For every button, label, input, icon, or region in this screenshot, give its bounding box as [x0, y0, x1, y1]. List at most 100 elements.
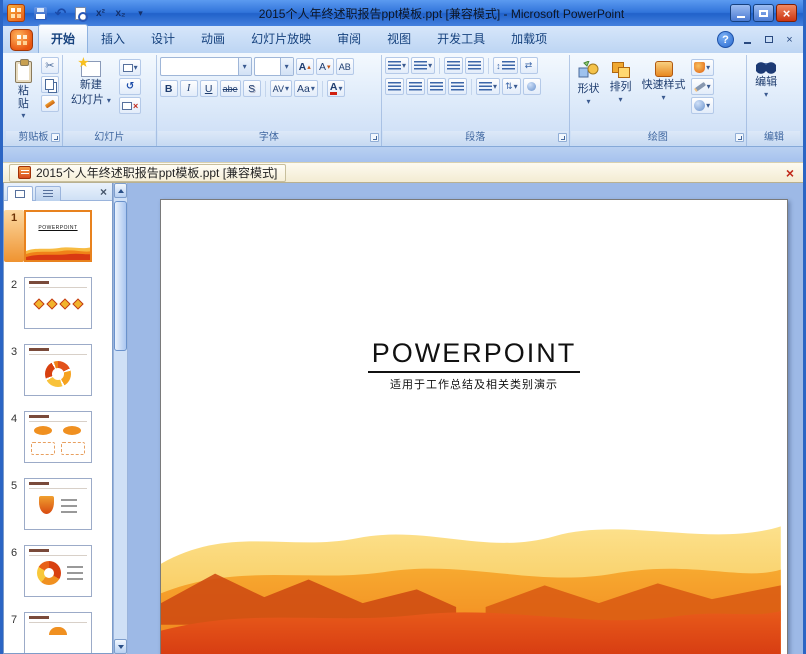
doc-restore-icon: [765, 36, 773, 43]
save-button[interactable]: [33, 5, 48, 21]
tab-design[interactable]: 设计: [138, 24, 188, 53]
character-spacing-button[interactable]: AV▾: [270, 80, 292, 97]
paste-button[interactable]: 粘贴 ▾: [8, 57, 39, 129]
font-dialog-launcher[interactable]: [370, 133, 379, 142]
delete-slide-button[interactable]: ×: [119, 97, 141, 114]
align-text-button[interactable]: ⇅▾: [502, 78, 521, 95]
slide-subtitle-text[interactable]: 适用于工作总结及相关类别演示: [161, 376, 787, 392]
shape-fill-button[interactable]: ▾: [691, 59, 714, 76]
drawing-dialog-launcher[interactable]: [735, 133, 744, 142]
minimize-button[interactable]: [730, 4, 751, 22]
superscript-button[interactable]: x²: [93, 5, 108, 21]
layout-button[interactable]: ▾: [119, 59, 141, 76]
ribbon: 粘贴 ▾ ✂ 剪贴板 新建 幻灯片 ▾ ▾ ↺ × 幻灯片: [3, 53, 803, 147]
new-slide-button[interactable]: 新建 幻灯片 ▾: [66, 57, 116, 129]
thumbnail-image: [24, 277, 92, 329]
pane-close-button[interactable]: ×: [98, 186, 109, 198]
text-shadow-button[interactable]: S: [243, 80, 261, 97]
justify-button[interactable]: [448, 78, 467, 95]
office-button[interactable]: [10, 29, 33, 51]
tab-review[interactable]: 审阅: [324, 24, 374, 53]
increase-indent-button[interactable]: [465, 57, 484, 74]
customize-qat-button[interactable]: ▾: [133, 5, 148, 21]
format-painter-button[interactable]: [41, 95, 59, 112]
grow-font-button[interactable]: A▴: [296, 58, 314, 75]
slide-thumbnail-1[interactable]: 1 POWERPOINT: [4, 210, 112, 262]
shapes-button[interactable]: 形状 ▾: [573, 57, 605, 129]
slide-number: 3: [4, 344, 24, 396]
tab-row-right: ? ×: [717, 31, 801, 53]
slide-thumbnail-2[interactable]: 2: [4, 277, 112, 329]
slide-thumbnail-6[interactable]: 6: [4, 545, 112, 597]
shape-effects-button[interactable]: ▾: [691, 97, 714, 114]
tab-developer[interactable]: 开发工具: [424, 24, 498, 53]
document-close-button[interactable]: ×: [783, 166, 797, 180]
scroll-down-button[interactable]: [114, 639, 127, 654]
numbering-button[interactable]: ▾: [411, 57, 435, 74]
tab-insert[interactable]: 插入: [88, 24, 138, 53]
slide-number: 6: [4, 545, 24, 597]
bullets-button[interactable]: ▾: [385, 57, 409, 74]
maximize-icon: [759, 10, 768, 17]
help-button[interactable]: ?: [717, 31, 734, 48]
doc-restore-button[interactable]: [761, 33, 776, 46]
strikethrough-button[interactable]: abe: [220, 80, 241, 97]
group-drawing: 形状 ▾ 排列 ▾ 快速样式 ▾ ▾ ▾ ▾ 绘图: [570, 55, 748, 146]
clipboard-dialog-launcher[interactable]: [51, 133, 60, 142]
editing-button[interactable]: 编辑 ▾: [750, 57, 782, 129]
italic-button[interactable]: I: [180, 80, 198, 97]
underline-button[interactable]: U: [200, 80, 218, 97]
scroll-up-button[interactable]: [114, 183, 127, 198]
shape-fill-icon: [694, 62, 705, 73]
change-case-button[interactable]: Aa▾: [294, 80, 318, 97]
copy-button[interactable]: [41, 76, 59, 93]
print-preview-button[interactable]: [73, 5, 88, 21]
tab-slideshow[interactable]: 幻灯片放映: [238, 24, 324, 53]
reset-button[interactable]: ↺: [119, 78, 141, 95]
tab-home[interactable]: 开始: [38, 24, 88, 53]
tab-view[interactable]: 视图: [374, 24, 424, 53]
bold-button[interactable]: B: [160, 80, 178, 97]
close-button[interactable]: ×: [776, 4, 797, 22]
slide-thumbnail-5[interactable]: 5: [4, 478, 112, 530]
doc-close-button[interactable]: ×: [782, 33, 797, 46]
undo-button[interactable]: ↶: [53, 5, 68, 21]
decrease-indent-button[interactable]: [444, 57, 463, 74]
smartart-button[interactable]: [523, 78, 541, 95]
align-center-button[interactable]: [406, 78, 425, 95]
slide-thumbnail-3[interactable]: 3: [4, 344, 112, 396]
quick-styles-button[interactable]: 快速样式 ▾: [637, 57, 691, 129]
slides-view-tab[interactable]: [7, 186, 33, 201]
slide-thumbnail-4[interactable]: 4: [4, 411, 112, 463]
line-spacing-button[interactable]: ↕: [493, 57, 518, 74]
font-name-combobox[interactable]: ▾: [160, 57, 252, 76]
shrink-font-button[interactable]: A▾: [316, 58, 334, 75]
thumbnail-image: [24, 411, 92, 463]
doc-minimize-button[interactable]: [740, 33, 755, 46]
paragraph-dialog-launcher[interactable]: [558, 133, 567, 142]
cut-button[interactable]: ✂: [41, 57, 59, 74]
shape-outline-button[interactable]: ▾: [691, 78, 714, 95]
scrollbar-track[interactable]: [114, 198, 127, 639]
slide-title-text[interactable]: POWERPOINT: [161, 338, 787, 369]
tab-addins[interactable]: 加载项: [498, 24, 560, 53]
text-direction-button[interactable]: ⇄: [520, 57, 538, 74]
slide-thumbnail-7[interactable]: 7: [4, 612, 112, 653]
outline-view-tab[interactable]: [35, 186, 61, 201]
align-left-button[interactable]: [385, 78, 404, 95]
scrollbar-thumb[interactable]: [114, 201, 127, 351]
subscript-button[interactable]: x₂: [113, 5, 128, 21]
columns-icon: [479, 82, 492, 92]
clear-formatting-button[interactable]: AB: [336, 58, 354, 75]
tab-animations[interactable]: 动画: [188, 24, 238, 53]
document-tab[interactable]: 2015个人年终述职报告ppt模板.ppt [兼容模式]: [9, 164, 286, 182]
copy-icon: [45, 79, 54, 90]
align-right-button[interactable]: [427, 78, 446, 95]
current-slide[interactable]: POWERPOINT 适用于工作总结及相关类别演示: [160, 199, 788, 654]
columns-button[interactable]: ▾: [476, 78, 500, 95]
arrange-button[interactable]: 排列 ▾: [605, 57, 637, 129]
font-color-button[interactable]: A▾: [327, 80, 346, 97]
maximize-button[interactable]: [753, 4, 774, 22]
font-size-combobox[interactable]: ▾: [254, 57, 294, 76]
slides-group-label: 幻灯片: [64, 131, 155, 145]
